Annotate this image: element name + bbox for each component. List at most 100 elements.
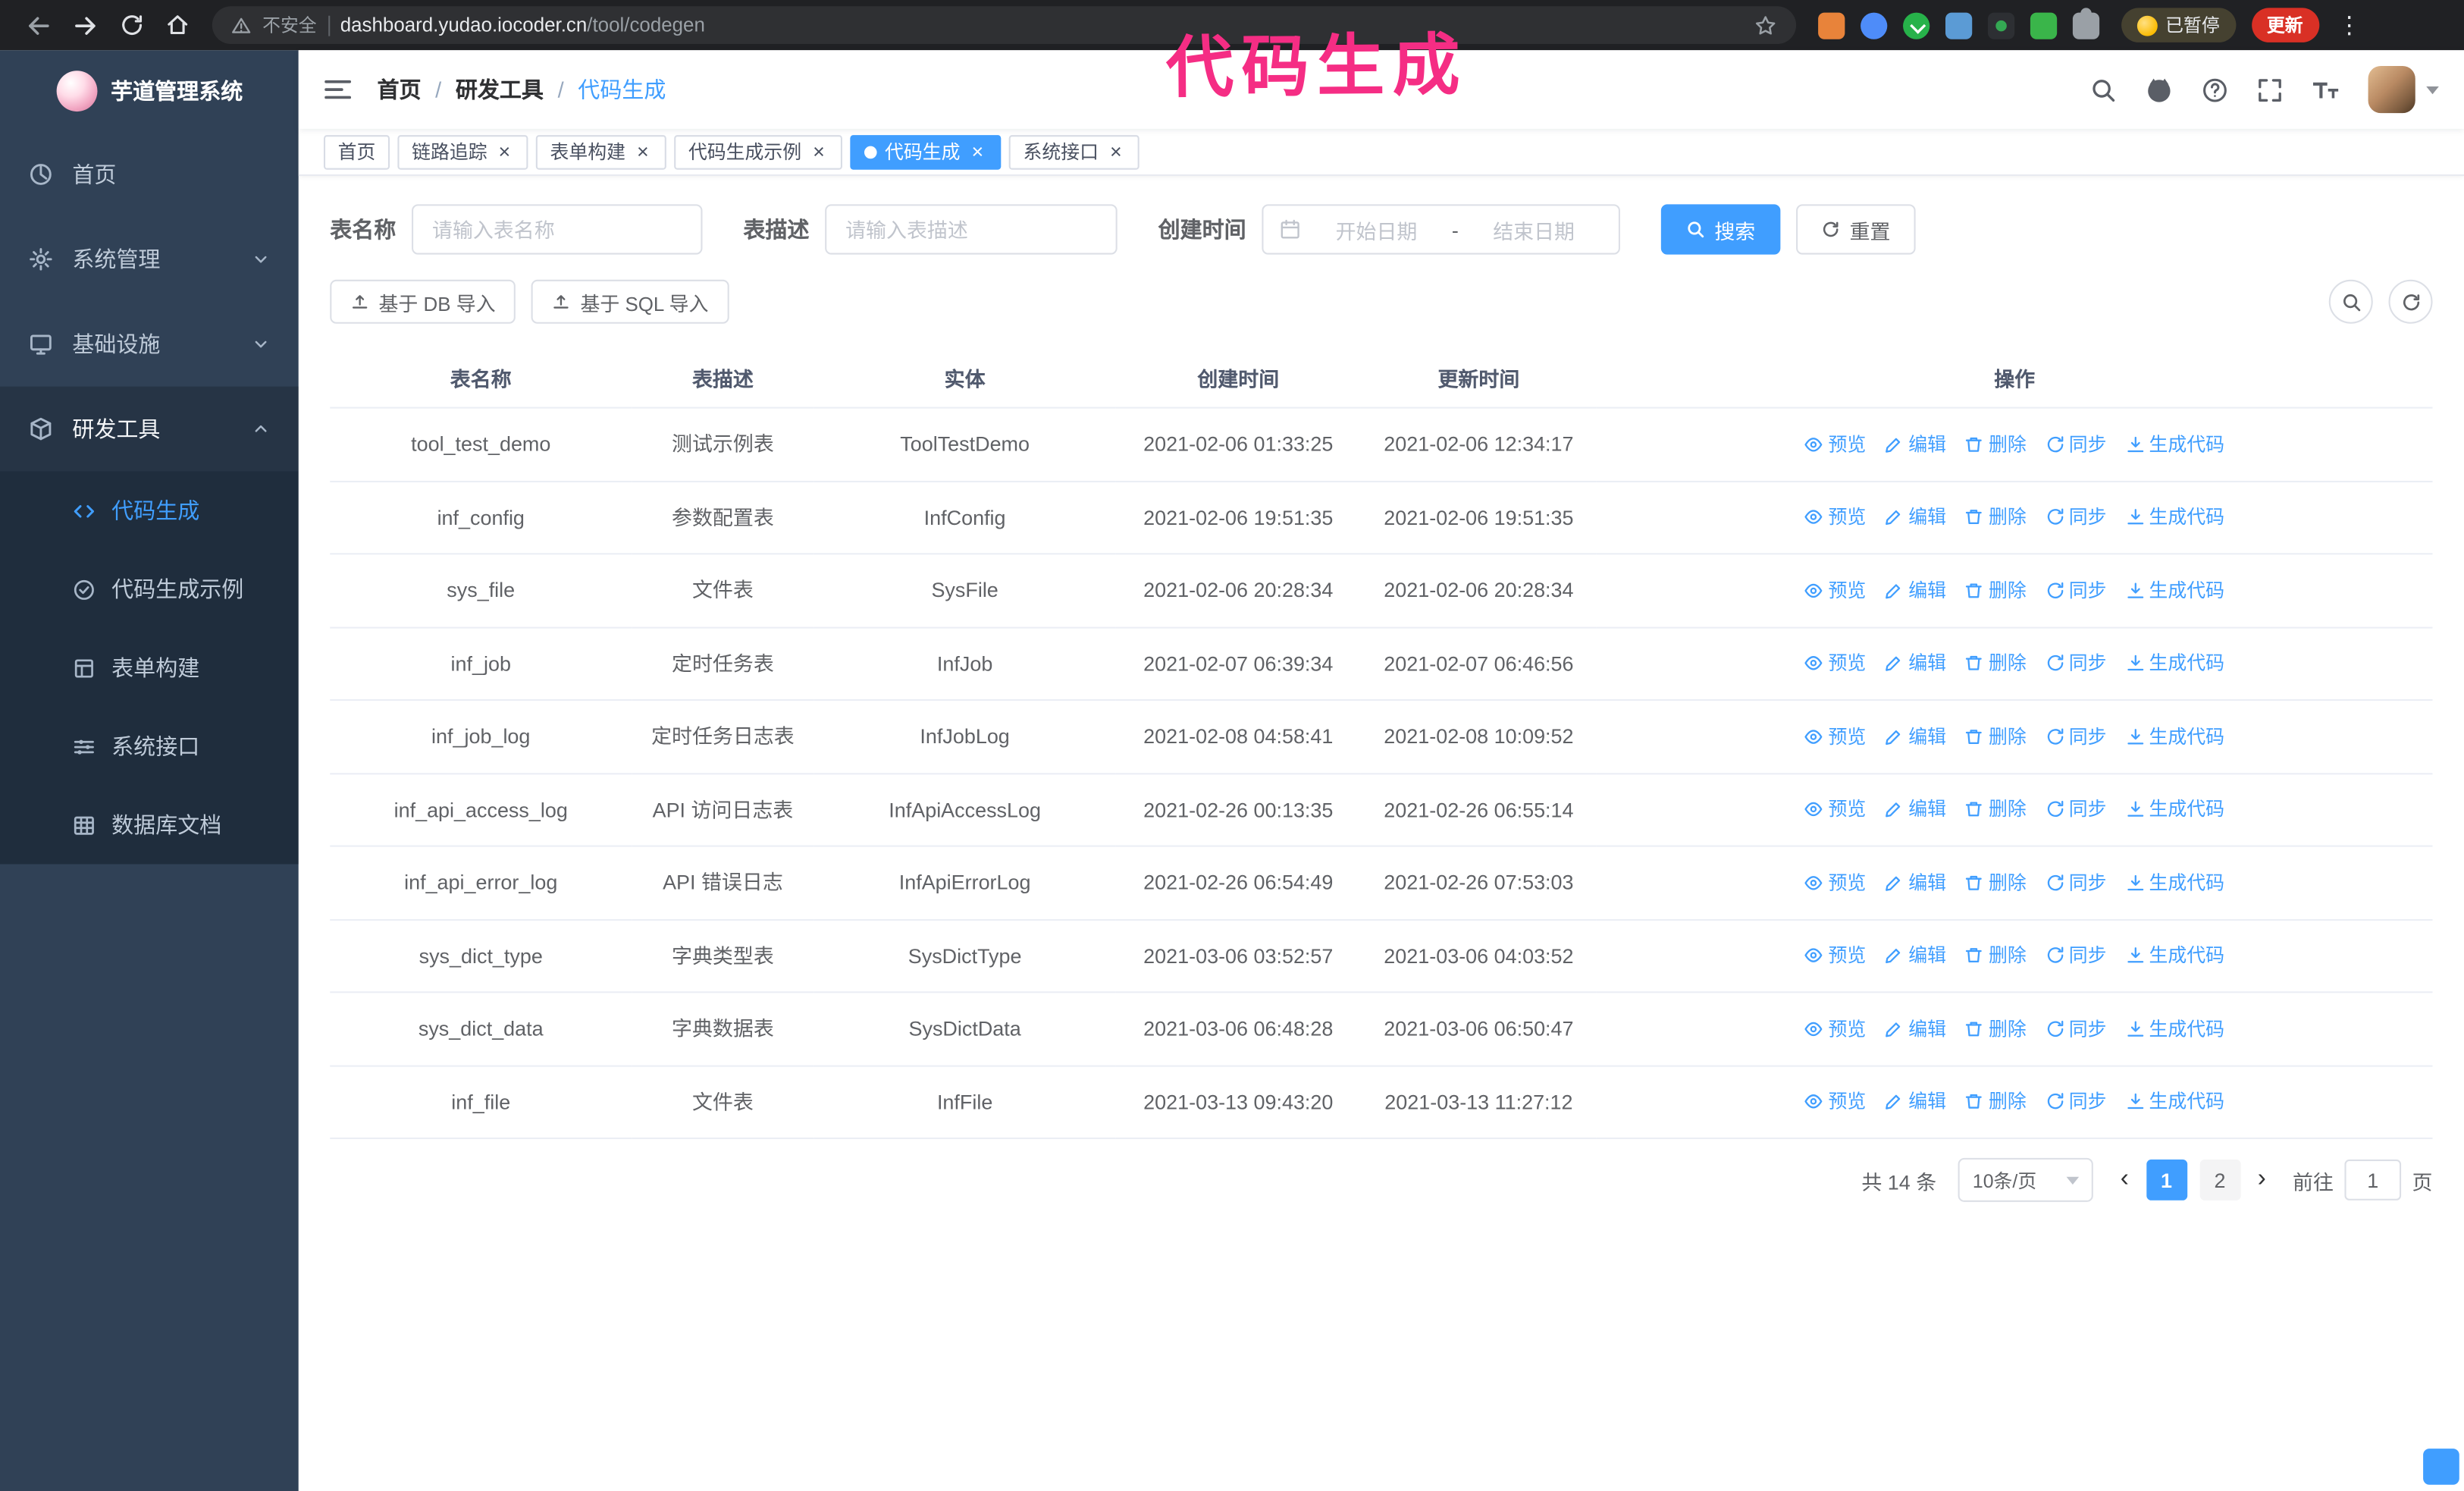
tag-tracing[interactable]: 链路追踪 × (397, 134, 528, 169)
sidebar-item-system-management[interactable]: 系统管理 (0, 217, 299, 302)
delete-link[interactable]: 删除 (1965, 796, 2027, 824)
browser-menu-icon[interactable]: ⋮ (2328, 11, 2371, 39)
table-desc-input[interactable] (825, 204, 1118, 255)
sidebar-item-infrastructure[interactable]: 基础设施 (0, 302, 299, 387)
close-icon[interactable]: × (633, 141, 652, 162)
edit-link[interactable]: 编辑 (1885, 503, 1946, 531)
breadcrumb-dev-tools[interactable]: 研发工具 (456, 74, 544, 105)
sync-link[interactable]: 同步 (2045, 1015, 2106, 1043)
sidebar-item-code-generation-example[interactable]: 代码生成示例 (0, 550, 299, 629)
generate-code-link[interactable]: 生成代码 (2125, 941, 2224, 969)
address-bar[interactable]: 不安全 dashboard.yudao.iocoder.cn/tool/code… (212, 6, 1797, 45)
delete-link[interactable]: 删除 (1965, 430, 2027, 458)
preview-link[interactable]: 预览 (1804, 576, 1866, 604)
sync-link[interactable]: 同步 (2045, 430, 2106, 458)
fullscreen-icon[interactable] (2256, 76, 2283, 102)
preview-link[interactable]: 预览 (1804, 722, 1866, 750)
browser-back-icon[interactable] (25, 12, 52, 39)
preview-link[interactable]: 预览 (1804, 649, 1866, 677)
generate-code-link[interactable]: 生成代码 (2125, 1015, 2224, 1043)
generate-code-link[interactable]: 生成代码 (2125, 722, 2224, 750)
sync-link[interactable]: 同步 (2045, 868, 2106, 896)
user-menu[interactable] (2368, 66, 2439, 114)
sync-link[interactable]: 同步 (2045, 649, 2106, 677)
preview-link[interactable]: 预览 (1804, 941, 1866, 969)
page-button-1[interactable]: 1 (2146, 1159, 2187, 1201)
sync-link[interactable]: 同步 (2045, 941, 2106, 969)
generate-code-link[interactable]: 生成代码 (2125, 868, 2224, 896)
paused-badge[interactable]: 已暂停 (2121, 8, 2236, 42)
breadcrumb-home[interactable]: 首页 (377, 74, 421, 105)
delete-link[interactable]: 删除 (1965, 503, 2027, 531)
edit-link[interactable]: 编辑 (1885, 1088, 1946, 1116)
delete-link[interactable]: 删除 (1965, 649, 2027, 677)
preview-link[interactable]: 预览 (1804, 868, 1866, 896)
extensions-puzzle-icon[interactable] (2072, 7, 2100, 39)
font-size-icon[interactable] (2312, 76, 2340, 102)
sidebar-item-form-builder[interactable]: 表单构建 (0, 629, 299, 708)
browser-forward-icon[interactable] (72, 12, 99, 39)
refresh-table-button[interactable] (2388, 279, 2433, 324)
generate-code-link[interactable]: 生成代码 (2125, 796, 2224, 824)
extension-icon[interactable] (1903, 11, 1930, 39)
tag-system-api[interactable]: 系统接口 × (1008, 134, 1140, 169)
edit-link[interactable]: 编辑 (1885, 722, 1946, 750)
hamburger-icon[interactable] (324, 77, 352, 102)
page-button-2[interactable]: 2 (2199, 1159, 2240, 1201)
delete-link[interactable]: 删除 (1965, 1015, 2027, 1043)
delete-link[interactable]: 删除 (1965, 576, 2027, 604)
sync-link[interactable]: 同步 (2045, 503, 2106, 531)
next-page-icon[interactable]: › (2253, 1166, 2271, 1192)
sync-link[interactable]: 同步 (2045, 796, 2106, 824)
browser-home-icon[interactable] (165, 13, 190, 38)
generate-code-link[interactable]: 生成代码 (2125, 576, 2224, 604)
edit-link[interactable]: 编辑 (1885, 576, 1946, 604)
edit-link[interactable]: 编辑 (1885, 796, 1946, 824)
sidebar-item-code-generation[interactable]: 代码生成 (0, 472, 299, 551)
preview-link[interactable]: 预览 (1804, 503, 1866, 531)
sidebar-item-home[interactable]: 首页 (0, 132, 299, 217)
sidebar-item-database-doc[interactable]: 数据库文档 (0, 786, 299, 865)
edit-link[interactable]: 编辑 (1885, 1015, 1946, 1043)
close-icon[interactable]: × (810, 141, 829, 162)
generate-code-link[interactable]: 生成代码 (2125, 503, 2224, 531)
table-name-input[interactable] (412, 204, 703, 255)
generate-code-link[interactable]: 生成代码 (2125, 1088, 2224, 1116)
help-icon[interactable] (2202, 76, 2228, 102)
search-icon[interactable] (2090, 76, 2117, 102)
tag-code-gen-example[interactable]: 代码生成示例 × (674, 134, 843, 169)
delete-link[interactable]: 删除 (1965, 722, 2027, 750)
generate-code-link[interactable]: 生成代码 (2125, 649, 2224, 677)
import-from-db-button[interactable]: 基于 DB 导入 (330, 279, 516, 324)
extension-icon[interactable] (1861, 11, 1888, 39)
github-icon[interactable] (2145, 75, 2173, 103)
create-time-range-picker[interactable]: 开始日期 - 结束日期 (1262, 204, 1620, 255)
bookmark-star-icon[interactable] (1754, 14, 1777, 37)
tag-home[interactable]: 首页 (323, 134, 390, 169)
extension-icon[interactable] (2030, 11, 2058, 39)
update-button[interactable]: 更新 (2251, 8, 2319, 42)
extension-icon[interactable] (1818, 11, 1845, 39)
sync-link[interactable]: 同步 (2045, 576, 2106, 604)
extension-icon[interactable] (1945, 11, 1973, 39)
import-from-sql-button[interactable]: 基于 SQL 导入 (531, 279, 729, 324)
goto-page-input[interactable] (2344, 1159, 2402, 1201)
prev-page-icon[interactable]: ‹ (2116, 1166, 2133, 1192)
generate-code-link[interactable]: 生成代码 (2125, 430, 2224, 458)
edit-link[interactable]: 编辑 (1885, 941, 1946, 969)
search-button[interactable]: 搜索 (1660, 204, 1781, 255)
preview-link[interactable]: 预览 (1804, 1015, 1866, 1043)
sync-link[interactable]: 同步 (2045, 1088, 2106, 1116)
page-size-select[interactable]: 10条/页 (1958, 1157, 2094, 1202)
preview-link[interactable]: 预览 (1804, 430, 1866, 458)
app-logo[interactable]: 芋道管理系统 (0, 50, 299, 132)
close-icon[interactable]: × (495, 141, 514, 162)
reset-button[interactable]: 重置 (1796, 204, 1916, 255)
sync-link[interactable]: 同步 (2045, 722, 2106, 750)
delete-link[interactable]: 删除 (1965, 1088, 2027, 1116)
delete-link[interactable]: 删除 (1965, 868, 2027, 896)
edit-link[interactable]: 编辑 (1885, 868, 1946, 896)
edit-link[interactable]: 编辑 (1885, 649, 1946, 677)
toggle-search-button[interactable] (2328, 279, 2373, 324)
back-to-top-button[interactable] (2423, 1449, 2459, 1485)
